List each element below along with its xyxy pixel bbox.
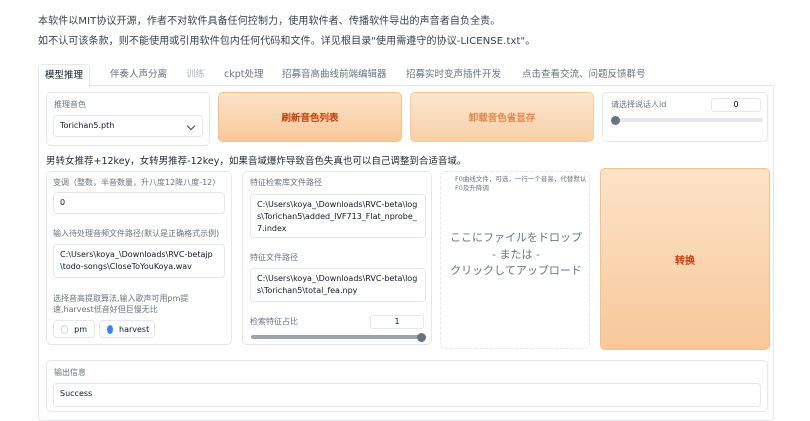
radio-harvest[interactable]: harvest xyxy=(99,320,155,338)
feature-ratio-slider-fill xyxy=(251,335,421,339)
f0-upload-dropzone[interactable]: F0曲线文件，可选，一行一个音高，代替默认F0及升降调 ここにファイルをドロップ… xyxy=(440,171,590,349)
tab-community[interactable]: 点击查看交流、问题反馈群号 xyxy=(516,64,652,86)
f0-drop-text-3: クリックしてアップロード xyxy=(450,264,582,277)
f0-drop-text-1: ここにファイルをドロップ xyxy=(450,231,582,244)
output-card: 输出信息 Success xyxy=(46,360,768,412)
tab-training[interactable]: 训练 xyxy=(180,64,211,86)
feature-file-field[interactable]: C:\Users\koya_\Downloads\RVC-beta\logs\T… xyxy=(250,268,426,302)
license-notice-line-2: 如不认可该条款，则不能使用或引用软件包内任何代码和文件。详见根目录"使用需遵守的… xyxy=(38,36,536,47)
tab-vocal-separation[interactable]: 伴奏人声分离 xyxy=(104,64,173,86)
refresh-voice-list-button[interactable]: 刷新音色列表 xyxy=(218,92,402,142)
transpose-input[interactable]: 0 xyxy=(53,192,225,214)
f0-upload-label: F0曲线文件，可选，一行一个音高，代替默认F0及升降调 xyxy=(455,175,587,192)
speaker-id-input[interactable]: 0 xyxy=(711,98,761,112)
f0-drop-text-2: - または - xyxy=(492,248,540,261)
unload-voice-button[interactable]: 卸载音色省显存 xyxy=(410,92,594,142)
radio-pm-label: pm xyxy=(74,324,87,334)
speaker-id-slider[interactable] xyxy=(610,115,763,125)
license-notice-line-1: 本软件以MIT协议开源，作者不对软件具备任何控制力，使用软件者、传播软件导出的声… xyxy=(38,16,501,27)
input-path-label: 输入待处理音频文件路径(默认是正确格式示例) xyxy=(53,229,220,238)
tab-model-inference[interactable]: 模型推理 xyxy=(38,64,91,87)
radio-pm[interactable]: pm xyxy=(53,320,95,338)
voice-select-value: Torichan5.pth xyxy=(60,121,115,130)
radio-harvest-dot xyxy=(107,324,113,334)
tab-bar: 模型推理 伴奏人声分离 训练 ckpt处理 招募音高曲线前端编辑器 招募实时变声… xyxy=(38,64,774,87)
voice-select-dropdown[interactable]: Torichan5.pth xyxy=(53,115,203,137)
radio-harvest-label: harvest xyxy=(119,324,150,334)
voice-select-label: 推理音色 xyxy=(54,100,86,109)
feature-ratio-slider-thumb[interactable] xyxy=(416,332,426,342)
feature-index-field[interactable]: C:\Users\koya_\Downloads\RVC-beta\logs\T… xyxy=(250,194,426,238)
middle-column-card: 特征检索库文件路径 C:\Users\koya_\Downloads\RVC-b… xyxy=(242,171,432,345)
tab-pitch-editor[interactable]: 招募音高曲线前端编辑器 xyxy=(276,64,393,86)
feature-ratio-input[interactable]: 1 xyxy=(370,315,424,329)
tab-ckpt[interactable]: ckpt处理 xyxy=(218,64,269,86)
feature-ratio-slider[interactable] xyxy=(251,332,426,342)
feature-file-label: 特征文件路径 xyxy=(250,253,298,262)
tab-realtime-plugin[interactable]: 招募实时变声插件开发 xyxy=(400,64,507,86)
speaker-id-slider-thumb[interactable] xyxy=(610,115,620,125)
transpose-tip: 男转女推荐+12key，女转男推荐-12key，如果音域爆炸导致音色失真也可以自… xyxy=(46,156,467,167)
output-field[interactable]: Success xyxy=(53,383,761,407)
input-path-field[interactable]: C:\Users\koya_\Downloads\RVC-betajp\todo… xyxy=(53,244,225,278)
speaker-id-card: 请选择说话人id 0 xyxy=(602,92,768,142)
output-label: 输出信息 xyxy=(54,368,86,377)
chevron-down-icon xyxy=(186,121,196,131)
feature-ratio-label: 检索特征占比 xyxy=(250,317,298,326)
feature-index-label: 特征检索库文件路径 xyxy=(250,178,322,187)
left-column-card: 变调（整数，半音数量，升八度12降八度-12） 0 输入待处理音频文件路径(默认… xyxy=(46,171,232,345)
speaker-id-label: 请选择说话人id xyxy=(611,100,667,109)
transpose-label: 变调（整数，半音数量，升八度12降八度-12） xyxy=(53,178,221,187)
voice-select-card: 推理音色 Torichan5.pth xyxy=(46,92,210,146)
pitch-method-label: 选择音高提取算法,输入歌声可用pm提速,harvest低音好但巨慢无比 xyxy=(53,294,189,314)
radio-pm-dot xyxy=(61,324,69,334)
convert-button[interactable]: 转换 xyxy=(600,168,770,350)
